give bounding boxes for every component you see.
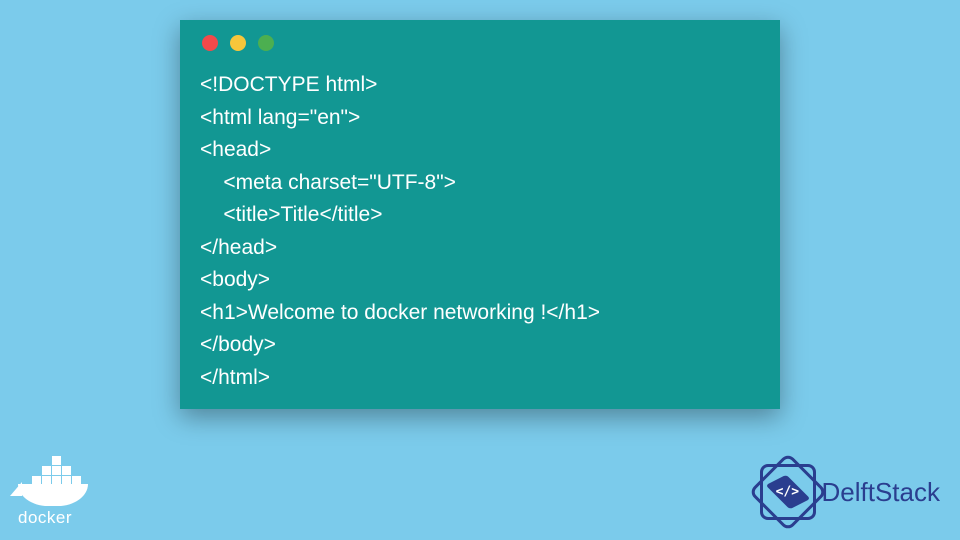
- window-controls: [200, 35, 760, 51]
- code-line: <body>: [200, 268, 270, 291]
- code-window: <!DOCTYPE html> <html lang="en"> <head> …: [180, 20, 780, 409]
- delftstack-label: DelftStack: [822, 477, 941, 508]
- docker-logo: docker: [18, 466, 88, 528]
- close-icon[interactable]: [202, 35, 218, 51]
- code-content: <!DOCTYPE html> <html lang="en"> <head> …: [200, 69, 760, 394]
- code-symbol: </>: [776, 484, 799, 499]
- code-line: <title>Title</title>: [200, 203, 382, 226]
- docker-whale-icon: [18, 466, 88, 506]
- code-line: <html lang="en">: [200, 106, 360, 129]
- maximize-icon[interactable]: [258, 35, 274, 51]
- code-line: </head>: [200, 236, 277, 259]
- minimize-icon[interactable]: [230, 35, 246, 51]
- code-line: </body>: [200, 333, 276, 356]
- code-line: <!DOCTYPE html>: [200, 73, 377, 96]
- code-line: <head>: [200, 138, 271, 161]
- delftstack-logo: </> DelftStack: [760, 464, 941, 520]
- docker-label: docker: [18, 508, 88, 528]
- code-line: </html>: [200, 366, 270, 389]
- delftstack-emblem-icon: </>: [760, 464, 816, 520]
- code-line: <meta charset="UTF-8">: [200, 171, 456, 194]
- code-line: <h1>Welcome to docker networking !</h1>: [200, 301, 600, 324]
